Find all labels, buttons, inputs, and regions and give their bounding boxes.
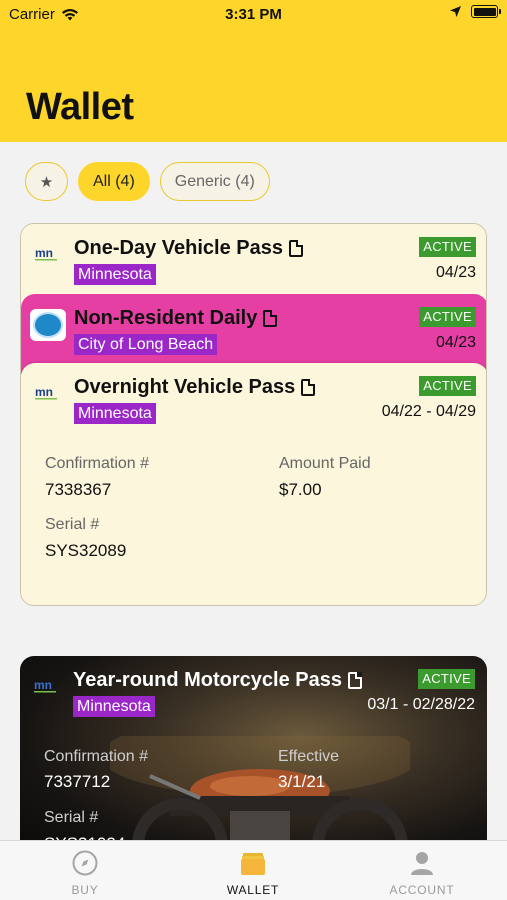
generic-filter-chip[interactable]: Generic (4) bbox=[159, 162, 270, 201]
pass-card-overnight[interactable]: mn Overnight Vehicle Pass Minnesota ACTI… bbox=[21, 363, 486, 605]
status-badge: ACTIVE bbox=[419, 376, 476, 396]
pass-location-tag: Minnesota bbox=[73, 696, 155, 717]
tab-label: ACCOUNT bbox=[389, 883, 455, 897]
page-title: Wallet bbox=[26, 86, 134, 128]
tab-bar: BUY WALLET ACCOUNT bbox=[0, 840, 507, 900]
pass-date: 04/23 bbox=[435, 334, 476, 351]
tab-buy[interactable]: BUY bbox=[25, 849, 145, 897]
location-arrow-icon bbox=[450, 6, 461, 17]
minnesota-logo-icon: mn bbox=[35, 385, 57, 400]
document-icon bbox=[289, 240, 304, 257]
pass-location-tag: City of Long Beach bbox=[74, 334, 218, 355]
status-time: 3:31 PM bbox=[225, 6, 282, 23]
motorcycle-image bbox=[110, 736, 410, 856]
pass-name: Year-round Motorcycle Pass bbox=[73, 669, 362, 692]
tab-account[interactable]: ACCOUNT bbox=[362, 849, 482, 897]
confirmation-label: Confirmation # bbox=[44, 748, 149, 765]
tab-label: WALLET bbox=[226, 883, 280, 897]
status-badge: ACTIVE bbox=[419, 307, 476, 327]
pass-name: Overnight Vehicle Pass bbox=[74, 376, 316, 399]
minnesota-logo-icon: mn bbox=[34, 678, 56, 693]
pass-date: 04/23 bbox=[435, 264, 476, 281]
status-bar: Carrier 3:31 PM bbox=[0, 0, 507, 28]
compass-icon bbox=[72, 850, 98, 876]
pass-card-non-resident[interactable]: Non-Resident Daily City of Long Beach AC… bbox=[21, 294, 486, 374]
tab-wallet[interactable]: WALLET bbox=[193, 849, 313, 897]
serial-value: SYS32089 bbox=[45, 541, 127, 560]
serial-label: Serial # bbox=[45, 516, 100, 533]
status-badge: ACTIVE bbox=[418, 669, 475, 689]
pass-name: One-Day Vehicle Pass bbox=[74, 237, 304, 260]
effective-value: 3/1/21 bbox=[278, 772, 326, 791]
person-icon bbox=[411, 852, 433, 875]
amount-paid-label: Amount Paid bbox=[279, 455, 371, 472]
confirmation-value: 7337712 bbox=[44, 772, 111, 791]
confirmation-value: 7338367 bbox=[45, 480, 112, 499]
all-filter-chip[interactable]: All (4) bbox=[78, 162, 150, 201]
confirmation-label: Confirmation # bbox=[45, 455, 150, 472]
pass-card-motorcycle[interactable]: mn Year-round Motorcycle Pass Minnesota … bbox=[20, 656, 487, 856]
svg-text:mn: mn bbox=[35, 246, 53, 260]
battery-icon bbox=[471, 5, 501, 18]
filter-chips: ★ All (4) Generic (4) bbox=[25, 162, 270, 201]
amount-paid-value: $7.00 bbox=[279, 480, 322, 499]
long-beach-logo-icon bbox=[30, 309, 66, 341]
minnesota-logo-icon: mn bbox=[35, 246, 57, 261]
pass-stack: mn One-Day Vehicle Pass Minnesota ACTIVE… bbox=[20, 223, 487, 606]
wallet-icon bbox=[241, 853, 265, 875]
pass-location-tag: Minnesota bbox=[74, 264, 156, 285]
tab-label: BUY bbox=[71, 883, 99, 897]
status-right bbox=[449, 5, 501, 18]
pass-date: 03/1 - 02/28/22 bbox=[367, 696, 475, 713]
document-icon bbox=[347, 672, 362, 689]
pass-name: Non-Resident Daily bbox=[74, 307, 278, 330]
header: Carrier 3:31 PM Wallet bbox=[0, 0, 507, 142]
document-icon bbox=[263, 310, 278, 327]
serial-label: Serial # bbox=[44, 809, 99, 826]
pass-card-one-day[interactable]: mn One-Day Vehicle Pass Minnesota ACTIVE… bbox=[21, 224, 486, 304]
pass-date: 04/22 - 04/29 bbox=[381, 403, 476, 420]
pass-location-tag: Minnesota bbox=[74, 403, 156, 424]
status-badge: ACTIVE bbox=[419, 237, 476, 257]
svg-text:mn: mn bbox=[35, 385, 53, 399]
effective-label: Effective bbox=[278, 748, 340, 765]
svg-text:mn: mn bbox=[34, 678, 52, 692]
favorites-filter-chip[interactable]: ★ bbox=[25, 162, 68, 201]
document-icon bbox=[301, 379, 316, 396]
